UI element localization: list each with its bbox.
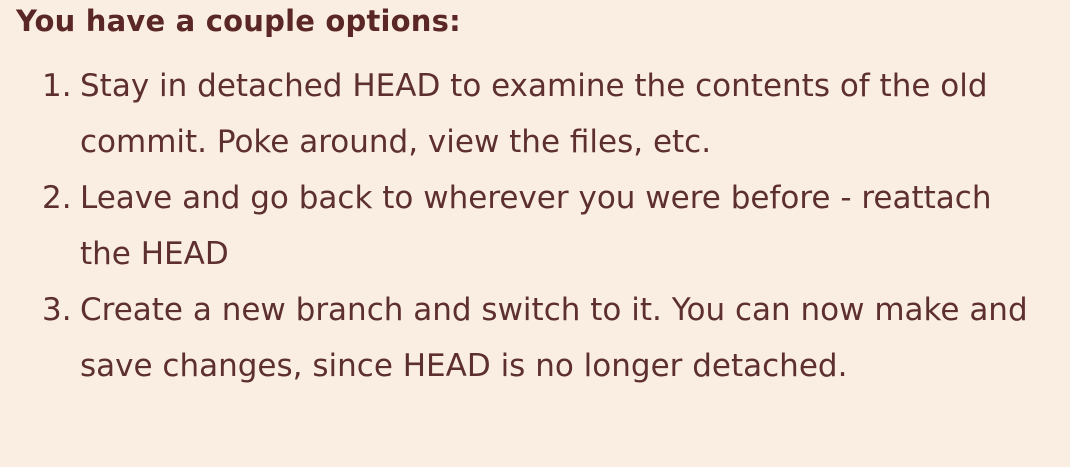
option-number: 2. [42, 180, 72, 216]
option-text: Create a new branch and switch to it. Yo… [80, 292, 1028, 384]
option-number: 3. [42, 292, 72, 328]
options-list: 1. Stay in detached HEAD to examine the … [42, 58, 1052, 394]
options-heading: You have a couple options: [16, 4, 461, 38]
option-item-1: 1. Stay in detached HEAD to examine the … [42, 58, 1052, 170]
option-text: Leave and go back to wherever you were b… [80, 180, 992, 272]
option-number: 1. [42, 68, 72, 104]
option-text: Stay in detached HEAD to examine the con… [80, 68, 988, 160]
option-item-3: 3. Create a new branch and switch to it.… [42, 282, 1052, 394]
option-item-2: 2. Leave and go back to wherever you wer… [42, 170, 1052, 282]
